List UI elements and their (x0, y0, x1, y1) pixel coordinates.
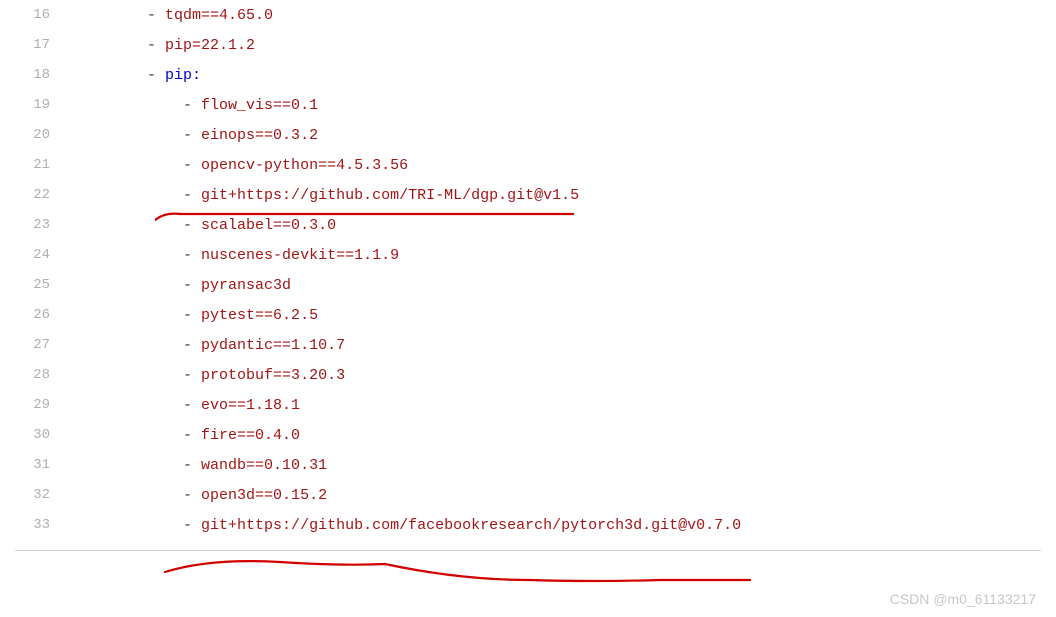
line-content: - pydantic==1.10.7 (75, 337, 345, 354)
line-number: 18 (0, 67, 75, 83)
code-line: 18 - pip: (0, 60, 1056, 90)
line-content: - evo==1.18.1 (75, 397, 300, 414)
line-content: - einops==0.3.2 (75, 127, 318, 144)
line-content: - open3d==0.15.2 (75, 487, 327, 504)
line-number: 33 (0, 517, 75, 533)
code-line: 32 - open3d==0.15.2 (0, 480, 1056, 510)
line-number: 31 (0, 457, 75, 473)
watermark: CSDN @m0_61133217 (890, 591, 1036, 607)
line-number: 17 (0, 37, 75, 53)
code-line: 26 - pytest==6.2.5 (0, 300, 1056, 330)
line-content: - pyransac3d (75, 277, 291, 294)
line-content: - scalabel==0.3.0 (75, 217, 336, 234)
line-number: 16 (0, 7, 75, 23)
line-number: 26 (0, 307, 75, 323)
code-line: 16 - tqdm==4.65.0 (0, 0, 1056, 30)
line-content: - tqdm==4.65.0 (75, 7, 273, 24)
code-line: 25 - pyransac3d (0, 270, 1056, 300)
code-line: 23 - scalabel==0.3.0 (0, 210, 1056, 240)
line-number: 21 (0, 157, 75, 173)
line-content: - pip=22.1.2 (75, 37, 255, 54)
line-number: 28 (0, 367, 75, 383)
line-number: 25 (0, 277, 75, 293)
line-content: - wandb==0.10.31 (75, 457, 327, 474)
line-number: 20 (0, 127, 75, 143)
line-content: - pytest==6.2.5 (75, 307, 318, 324)
code-line: 24 - nuscenes-devkit==1.1.9 (0, 240, 1056, 270)
line-number: 24 (0, 247, 75, 263)
line-number: 29 (0, 397, 75, 413)
code-line: 19 - flow_vis==0.1 (0, 90, 1056, 120)
line-number: 19 (0, 97, 75, 113)
code-block: 16 - tqdm==4.65.017 - pip=22.1.218 - pip… (0, 0, 1056, 540)
code-line: 29 - evo==1.18.1 (0, 390, 1056, 420)
line-content: - fire==0.4.0 (75, 427, 300, 444)
line-content: - pip: (75, 67, 201, 84)
code-line: 17 - pip=22.1.2 (0, 30, 1056, 60)
line-content: - opencv-python==4.5.3.56 (75, 157, 408, 174)
line-content: - protobuf==3.20.3 (75, 367, 345, 384)
code-line: 22 - git+https://github.com/TRI-ML/dgp.g… (0, 180, 1056, 210)
line-content: - flow_vis==0.1 (75, 97, 318, 114)
line-content: - git+https://github.com/TRI-ML/dgp.git@… (75, 187, 579, 204)
code-line: 28 - protobuf==3.20.3 (0, 360, 1056, 390)
line-number: 32 (0, 487, 75, 503)
line-number: 22 (0, 187, 75, 203)
code-line: 20 - einops==0.3.2 (0, 120, 1056, 150)
line-number: 30 (0, 427, 75, 443)
code-line: 30 - fire==0.4.0 (0, 420, 1056, 450)
annotation-underline-2 (160, 556, 760, 586)
code-line: 21 - opencv-python==4.5.3.56 (0, 150, 1056, 180)
code-line: 33 - git+https://github.com/facebookrese… (0, 510, 1056, 540)
line-content: - git+https://github.com/facebookresearc… (75, 517, 741, 534)
line-number: 27 (0, 337, 75, 353)
line-content: - nuscenes-devkit==1.1.9 (75, 247, 399, 264)
footer-divider (15, 550, 1041, 551)
line-number: 23 (0, 217, 75, 233)
code-line: 31 - wandb==0.10.31 (0, 450, 1056, 480)
code-line: 27 - pydantic==1.10.7 (0, 330, 1056, 360)
